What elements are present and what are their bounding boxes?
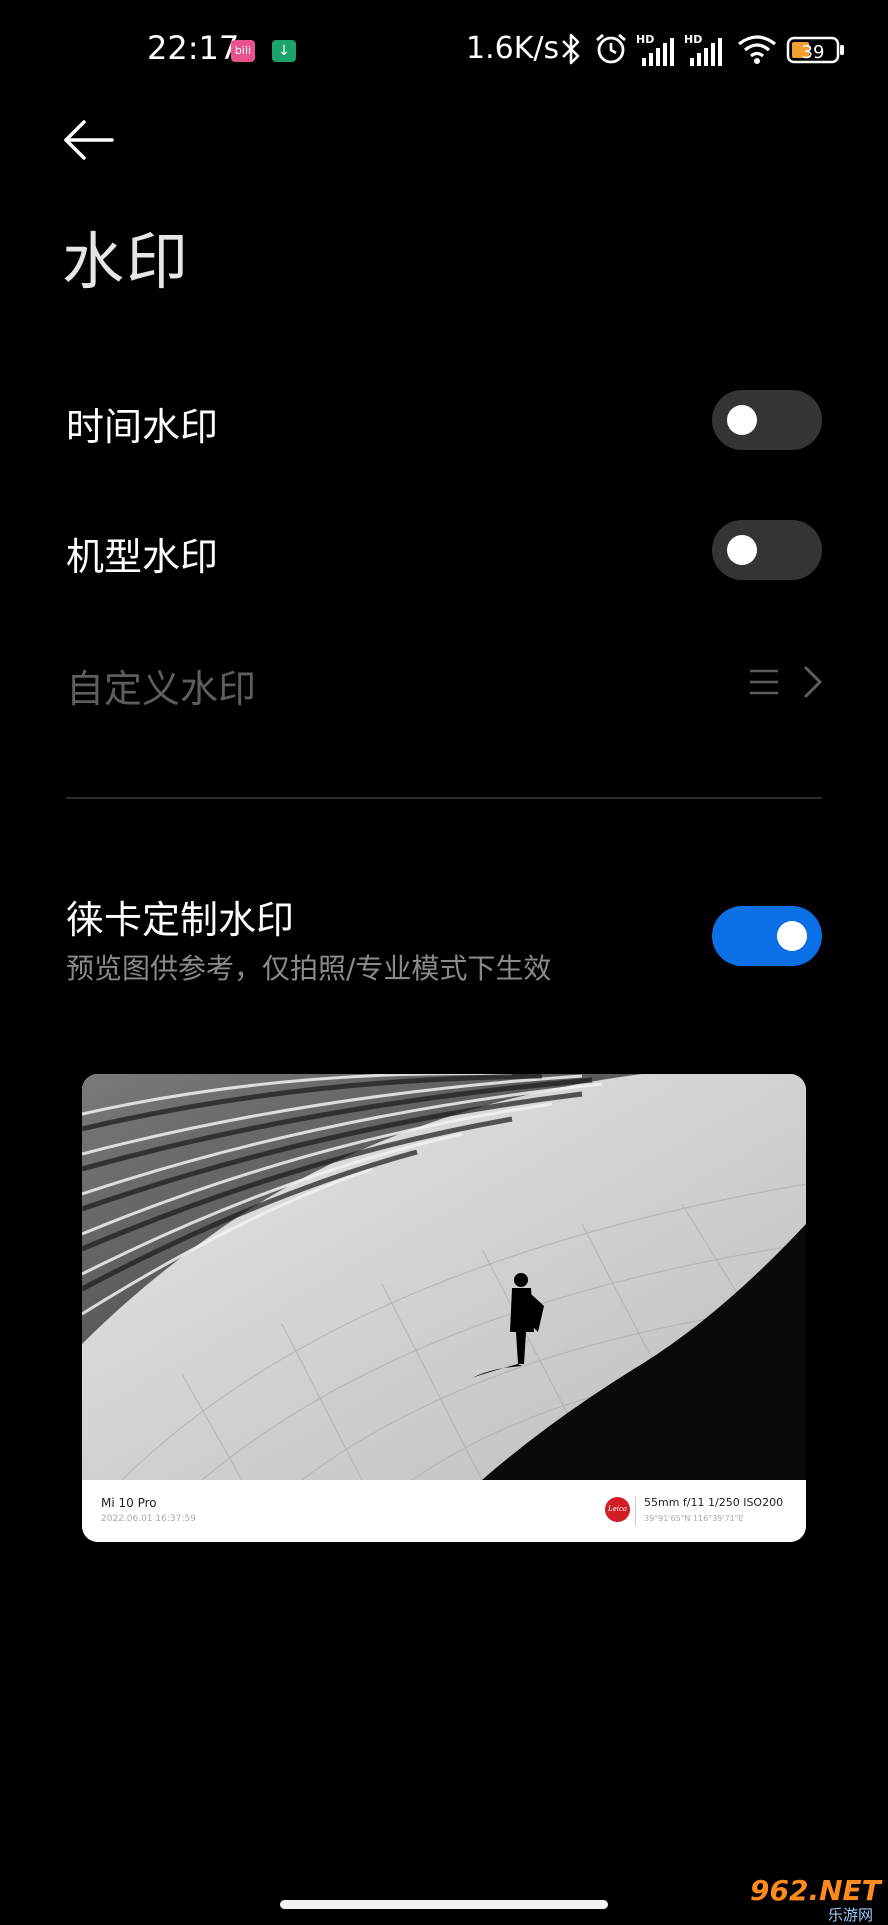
custom-watermark-label: 自定义水印 — [66, 667, 257, 711]
time-watermark-toggle[interactable] — [712, 390, 822, 450]
toggle-knob — [727, 535, 757, 565]
section-divider — [66, 797, 822, 799]
leica-watermark-label: 徕卡定制水印 — [66, 898, 295, 942]
watermark-separator — [635, 1496, 636, 1526]
status-bar: 22:17 bili ↓ 1.6K/s HD HD 39 — [0, 0, 888, 100]
time-watermark-label: 时间水印 — [66, 405, 219, 449]
home-indicator[interactable] — [280, 1900, 608, 1909]
svg-text:HD: HD — [636, 33, 654, 46]
site-watermark-badge: 962.NET 乐游网 — [748, 1874, 884, 1924]
chevron-right-icon — [804, 666, 822, 698]
signal-hd-icon: HD — [636, 33, 674, 66]
status-time: 22:17 — [147, 29, 240, 67]
watermark-gps: 39°91'65"N 116°39'71"E — [644, 1514, 744, 1523]
network-speed: 1.6K/s — [466, 31, 560, 66]
watermark-bar: Mi 10 Pro 2022.06.01 16:37:59 Leica 55mm… — [82, 1480, 806, 1542]
wifi-icon — [738, 35, 776, 64]
preview-photo — [82, 1074, 806, 1480]
model-watermark-toggle[interactable] — [712, 520, 822, 580]
leica-watermark-subtitle: 预览图供参考，仅拍照/专业模式下生效 — [66, 952, 552, 985]
site-watermark-main: 962.NET — [750, 1874, 881, 1907]
site-watermark-sub: 乐游网 — [828, 1906, 874, 1924]
signal-hd-icon: HD — [684, 33, 722, 66]
battery-icon: 39 — [786, 36, 844, 64]
watermark-exif: 55mm f/11 1/250 ISO200 — [644, 1496, 784, 1509]
toggle-knob — [777, 921, 807, 951]
page-title: 水印 — [62, 225, 191, 298]
back-arrow-icon[interactable] — [62, 118, 116, 162]
bluetooth-icon — [562, 33, 580, 65]
model-watermark-label: 机型水印 — [66, 535, 219, 579]
leica-watermark-toggle[interactable] — [712, 906, 822, 966]
custom-watermark-trailing[interactable] — [748, 662, 824, 702]
toggle-knob — [727, 405, 757, 435]
alarm-icon — [596, 33, 626, 64]
watermark-preview-card: Mi 10 Pro 2022.06.01 16:37:59 Leica 55mm… — [82, 1074, 806, 1542]
bilibili-notification-icon: bili — [231, 40, 255, 62]
download-notification-icon: ↓ — [272, 40, 296, 62]
watermark-date: 2022.06.01 16:37:59 — [101, 1514, 196, 1524]
leica-logo-icon: Leica — [605, 1497, 630, 1522]
setting-row-model-watermark[interactable]: 机型水印 — [0, 520, 888, 580]
setting-row-time-watermark[interactable]: 时间水印 — [0, 390, 888, 450]
watermark-model: Mi 10 Pro — [101, 1496, 157, 1510]
svg-text:39: 39 — [802, 42, 825, 63]
menu-lines-icon — [750, 669, 778, 695]
svg-text:HD: HD — [684, 33, 702, 46]
